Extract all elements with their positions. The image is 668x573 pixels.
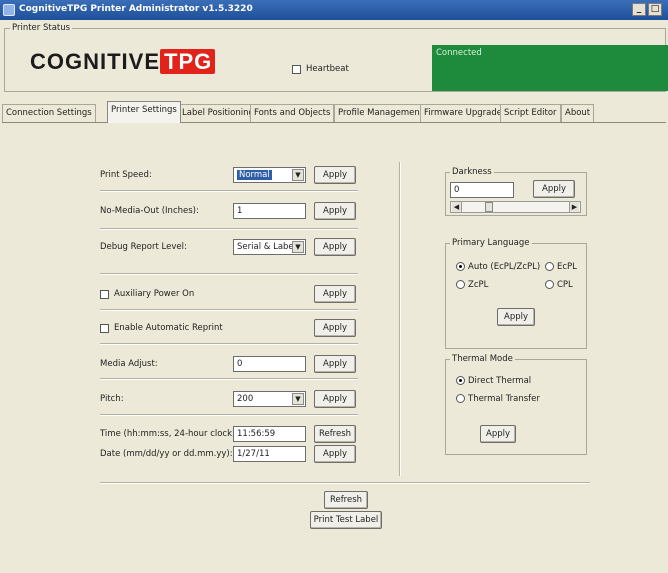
primary-language-caption: Primary Language bbox=[450, 238, 532, 248]
debug-report-apply-button[interactable]: Apply bbox=[314, 238, 356, 256]
aux-power-checkbox[interactable] bbox=[100, 290, 109, 299]
scroll-right-icon[interactable]: ▶ bbox=[569, 202, 579, 212]
connection-status-panel: Connected bbox=[432, 45, 668, 91]
pitch-label: Pitch: bbox=[100, 394, 124, 404]
pitch-apply-button[interactable]: Apply bbox=[314, 390, 356, 408]
no-media-out-input[interactable]: 1 bbox=[233, 203, 306, 219]
darkness-input[interactable]: 0 bbox=[450, 182, 514, 198]
thermal-radio-direct[interactable] bbox=[456, 376, 465, 385]
dropdown-arrow-icon[interactable]: ▼ bbox=[292, 393, 304, 405]
language-radio-zcpl[interactable] bbox=[456, 280, 465, 289]
app-icon bbox=[3, 4, 15, 16]
pitch-select[interactable]: 200 ▼ bbox=[233, 391, 306, 407]
tab-fonts-and-objects[interactable]: Fonts and Objects bbox=[250, 104, 335, 122]
heartbeat-label: Heartbeat bbox=[306, 64, 349, 74]
time-refresh-button[interactable]: Refresh bbox=[314, 425, 356, 443]
restore-button[interactable]: □ bbox=[648, 3, 662, 16]
no-media-out-apply-button[interactable]: Apply bbox=[314, 202, 356, 220]
heartbeat-checkbox[interactable] bbox=[292, 65, 301, 74]
divider bbox=[100, 482, 590, 484]
window-title: CognitiveTPG Printer Administrator v1.5.… bbox=[19, 4, 253, 14]
language-option-auto: Auto (EcPL/ZcPL) bbox=[468, 262, 541, 272]
tab-about[interactable]: About bbox=[561, 104, 595, 122]
print-test-label-button[interactable]: Print Test Label bbox=[310, 511, 382, 529]
divider bbox=[100, 378, 358, 380]
aux-power-label: Auxiliary Power On bbox=[114, 289, 195, 299]
auto-reprint-label: Enable Automatic Reprint bbox=[114, 323, 223, 333]
tab-printer-settings[interactable]: Printer Settings bbox=[107, 101, 181, 123]
tab-firmware-upgrade[interactable]: Firmware Upgrade bbox=[420, 104, 506, 122]
dropdown-arrow-icon[interactable]: ▼ bbox=[292, 169, 304, 181]
language-radio-ecpl[interactable] bbox=[545, 262, 554, 271]
language-radio-cpl[interactable] bbox=[545, 280, 554, 289]
divider bbox=[100, 228, 358, 230]
printer-status-caption: Printer Status bbox=[10, 23, 73, 33]
divider bbox=[100, 414, 358, 416]
date-label: Date (mm/dd/yy or dd.mm.yy): bbox=[100, 449, 233, 459]
thermal-option-transfer: Thermal Transfer bbox=[468, 394, 540, 404]
connection-status-text: Connected bbox=[436, 48, 482, 58]
no-media-out-label: No-Media-Out (Inches): bbox=[100, 206, 199, 216]
dropdown-arrow-icon[interactable]: ▼ bbox=[292, 241, 304, 253]
time-label: Time (hh:mm:ss, 24-hour clock): bbox=[100, 429, 239, 439]
title-bar: CognitiveTPG Printer Administrator v1.5.… bbox=[0, 0, 668, 20]
logo-part-2: TPG bbox=[160, 49, 216, 74]
auto-reprint-apply-button[interactable]: Apply bbox=[314, 319, 356, 337]
tab-label-positioning[interactable]: Label Positioning bbox=[178, 104, 258, 122]
darkness-apply-button[interactable]: Apply bbox=[533, 180, 575, 198]
logo-part-1: COGNITIVE bbox=[30, 49, 161, 74]
debug-report-value: Serial & Label bbox=[237, 242, 297, 252]
cognitive-tpg-logo: COGNITIVE TPG bbox=[30, 49, 216, 75]
language-option-cpl: CPL bbox=[557, 280, 573, 290]
time-input[interactable]: 11:56:59 bbox=[233, 426, 306, 442]
date-apply-button[interactable]: Apply bbox=[314, 445, 356, 463]
divider bbox=[100, 343, 358, 345]
print-speed-apply-button[interactable]: Apply bbox=[314, 166, 356, 184]
slider-thumb[interactable] bbox=[485, 202, 493, 212]
thermal-apply-button[interactable]: Apply bbox=[480, 425, 516, 443]
debug-report-select[interactable]: Serial & Label ▼ bbox=[233, 239, 306, 255]
darkness-slider[interactable]: ◀ ▶ bbox=[450, 201, 581, 213]
language-radio-auto[interactable] bbox=[456, 262, 465, 271]
scroll-left-icon[interactable]: ◀ bbox=[452, 202, 462, 212]
divider bbox=[100, 273, 358, 275]
auto-reprint-checkbox[interactable] bbox=[100, 324, 109, 333]
tab-profile-management[interactable]: Profile Management bbox=[334, 104, 428, 122]
date-input[interactable]: 1/27/11 bbox=[233, 446, 306, 462]
media-adjust-apply-button[interactable]: Apply bbox=[314, 355, 356, 373]
media-adjust-label: Media Adjust: bbox=[100, 359, 158, 369]
divider bbox=[100, 190, 358, 192]
darkness-caption: Darkness bbox=[450, 167, 494, 177]
print-speed-value: Normal bbox=[237, 170, 272, 180]
media-adjust-input[interactable]: 0 bbox=[233, 356, 306, 372]
aux-power-apply-button[interactable]: Apply bbox=[314, 285, 356, 303]
thermal-mode-group bbox=[445, 359, 587, 455]
thermal-radio-transfer[interactable] bbox=[456, 394, 465, 403]
tab-script-editor[interactable]: Script Editor bbox=[500, 104, 561, 122]
minimize-button[interactable]: _ bbox=[632, 3, 646, 16]
print-speed-label: Print Speed: bbox=[100, 170, 152, 180]
language-option-zcpl: ZcPL bbox=[468, 280, 489, 290]
thermal-mode-caption: Thermal Mode bbox=[450, 354, 515, 364]
refresh-button[interactable]: Refresh bbox=[324, 491, 368, 509]
print-speed-select[interactable]: Normal ▼ bbox=[233, 167, 306, 183]
language-apply-button[interactable]: Apply bbox=[497, 308, 535, 326]
tab-connection-settings[interactable]: Connection Settings bbox=[2, 104, 96, 122]
language-option-ecpl: EcPL bbox=[557, 262, 577, 272]
vertical-divider bbox=[399, 162, 401, 476]
primary-language-group bbox=[445, 243, 587, 349]
divider bbox=[100, 309, 358, 311]
debug-report-label: Debug Report Level: bbox=[100, 242, 187, 252]
pitch-value: 200 bbox=[237, 394, 254, 404]
thermal-option-direct: Direct Thermal bbox=[468, 376, 532, 386]
